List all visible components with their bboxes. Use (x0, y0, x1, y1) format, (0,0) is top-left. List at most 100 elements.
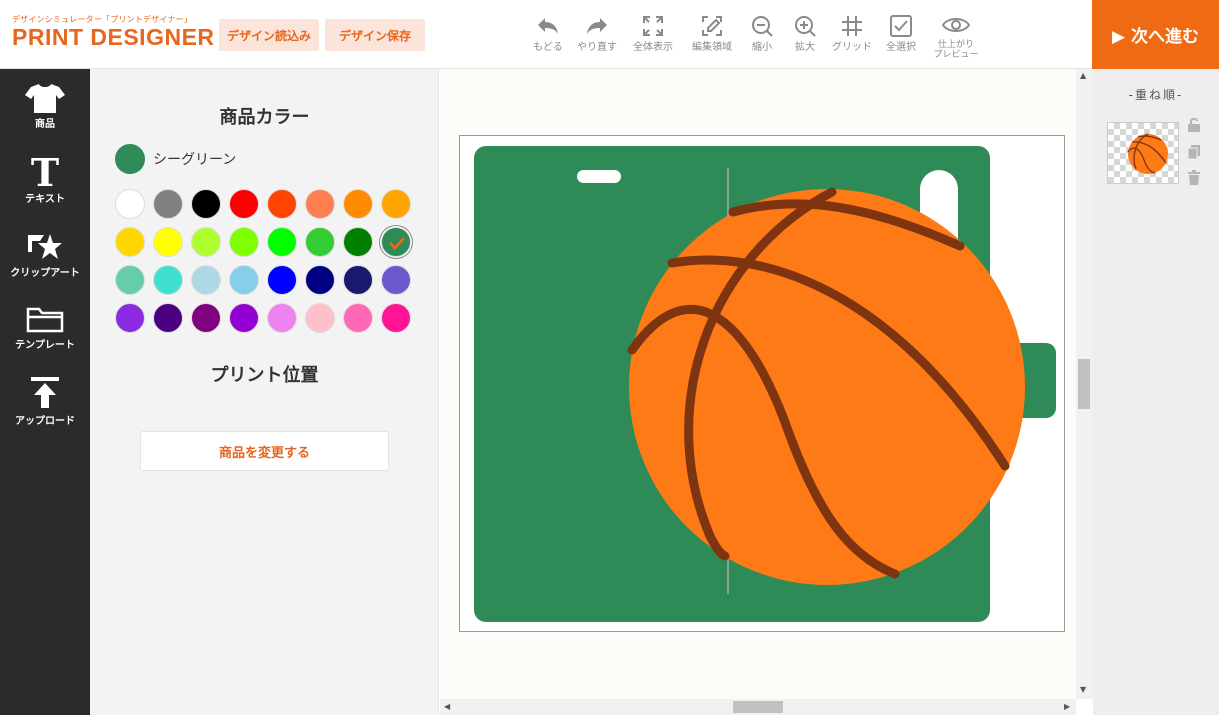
preview-button[interactable]: 仕上がり プレビュー (931, 14, 981, 60)
color-swatch[interactable] (343, 303, 373, 333)
text-icon: T (31, 154, 59, 188)
sidebar-item-template[interactable]: テンプレート (0, 306, 90, 351)
color-swatch[interactable] (115, 303, 145, 333)
logo[interactable]: デザインシミュレーター「プリントデザイナー」 PRINT DESIGNER (12, 14, 215, 49)
color-swatch[interactable] (381, 303, 411, 333)
save-design-button[interactable]: デザイン保存 (325, 19, 425, 51)
basketball-clipart[interactable] (627, 187, 1025, 585)
layer-order-title: -重ね順- (1128, 88, 1184, 102)
tool-sidebar: 商品 T テキスト クリップアート テンプレート アップロード (0, 69, 90, 715)
color-swatch[interactable] (267, 227, 297, 257)
grid-label: グリッド (832, 42, 872, 53)
scroll-up-icon[interactable]: ▲ (1080, 72, 1086, 80)
lock-icon[interactable] (1186, 117, 1202, 137)
color-swatch[interactable] (191, 189, 221, 219)
horizontal-scroll-thumb[interactable] (733, 701, 783, 713)
color-swatch[interactable] (115, 227, 145, 257)
vertical-scroll-thumb[interactable] (1078, 359, 1090, 409)
color-swatch[interactable] (381, 265, 411, 295)
redo-icon (587, 18, 607, 34)
change-product-button[interactable]: 商品を変更する (140, 431, 389, 471)
color-swatch[interactable] (191, 227, 221, 257)
edit-area-button[interactable]: 編集領域 (687, 14, 737, 53)
current-color-swatch (115, 144, 145, 174)
preview-eye-icon (941, 18, 971, 32)
color-swatch[interactable] (229, 265, 259, 295)
folder-icon (26, 307, 64, 333)
color-swatch[interactable] (191, 265, 221, 295)
next-step-button[interactable]: ▶ 次へ進む (1092, 0, 1219, 69)
select-all-button[interactable]: 全選択 (876, 14, 926, 53)
color-swatch[interactable] (153, 227, 183, 257)
fit-view-button[interactable]: 全体表示 (628, 14, 678, 53)
undo-icon (538, 18, 558, 34)
product-preview (474, 146, 1056, 622)
edit-area-label: 編集領域 (692, 42, 732, 53)
product-panel: 商品カラー シーグリーン プリント位置 商品を変更する (90, 69, 439, 715)
print-position-title: プリント位置 (210, 365, 319, 386)
horizontal-scrollbar[interactable]: ◀ ▶ (440, 699, 1076, 715)
basketball-thumbnail (1127, 133, 1168, 174)
color-swatch[interactable] (305, 227, 335, 257)
sidebar-label-clipart: クリップアート (10, 268, 80, 279)
color-swatch[interactable] (343, 189, 373, 219)
color-swatch[interactable] (229, 189, 259, 219)
sidebar-label-template: テンプレート (15, 340, 75, 351)
logo-title: PRINT DESIGNER (12, 24, 215, 50)
zoom-in-label: 拡大 (795, 42, 815, 53)
zoom-out-icon (752, 16, 773, 37)
upload-icon (31, 377, 59, 408)
edit-area-icon (702, 16, 722, 36)
fit-view-label: 全体表示 (633, 42, 673, 53)
design-frame (459, 135, 1065, 632)
sidebar-item-text[interactable]: T テキスト (0, 154, 90, 205)
select-all-label: 全選択 (886, 42, 916, 53)
scroll-left-icon[interactable]: ◀ (444, 703, 450, 711)
color-swatch[interactable] (115, 265, 145, 295)
load-design-button[interactable]: デザイン読込み (219, 19, 319, 51)
color-swatch[interactable] (343, 227, 373, 257)
color-swatch[interactable] (153, 303, 183, 333)
color-swatch[interactable] (267, 265, 297, 295)
sidebar-label-upload: アップロード (15, 416, 75, 427)
scroll-right-icon[interactable]: ▶ (1064, 703, 1070, 711)
layer-item-basketball[interactable] (1107, 122, 1179, 184)
color-swatch[interactable] (267, 303, 297, 333)
color-swatch[interactable] (305, 303, 335, 333)
zoom-out-label: 縮小 (752, 42, 772, 53)
select-all-icon (890, 15, 912, 37)
grid-button[interactable]: グリッド (827, 14, 877, 53)
tshirt-icon (25, 84, 65, 113)
sidebar-label-text: テキスト (25, 194, 65, 205)
fit-view-icon (643, 16, 663, 36)
color-swatch[interactable] (343, 265, 373, 295)
color-swatch[interactable] (381, 227, 411, 257)
color-swatch[interactable] (229, 303, 259, 333)
sidebar-item-product[interactable]: 商品 (0, 83, 90, 130)
svg-text:T: T (31, 154, 59, 188)
top-header: デザインシミュレーター「プリントデザイナー」 PRINT DESIGNER デザ… (0, 0, 1219, 69)
current-color: シーグリーン (115, 144, 236, 174)
color-swatch[interactable] (115, 189, 145, 219)
color-swatch[interactable] (229, 227, 259, 257)
sidebar-item-clipart[interactable]: クリップアート (0, 232, 90, 279)
delete-icon[interactable] (1186, 170, 1202, 190)
redo-button[interactable]: やり直す (572, 14, 622, 53)
sidebar-item-upload[interactable]: アップロード (0, 376, 90, 427)
copy-icon[interactable] (1186, 144, 1202, 164)
color-swatch[interactable] (381, 189, 411, 219)
design-canvas[interactable] (440, 69, 1076, 699)
current-color-name: シーグリーン (153, 152, 237, 168)
undo-button[interactable]: もどる (523, 14, 573, 53)
scroll-down-icon[interactable]: ▼ (1080, 686, 1086, 694)
zoom-in-icon (795, 16, 816, 37)
color-swatch[interactable] (191, 303, 221, 333)
clipart-icon (28, 234, 62, 259)
color-swatch[interactable] (153, 189, 183, 219)
color-swatch[interactable] (305, 189, 335, 219)
zoom-in-button[interactable]: 拡大 (780, 14, 830, 53)
color-swatch[interactable] (153, 265, 183, 295)
color-swatch[interactable] (305, 265, 335, 295)
vertical-scrollbar[interactable]: ▲ ▼ (1076, 69, 1093, 699)
color-swatch[interactable] (267, 189, 297, 219)
